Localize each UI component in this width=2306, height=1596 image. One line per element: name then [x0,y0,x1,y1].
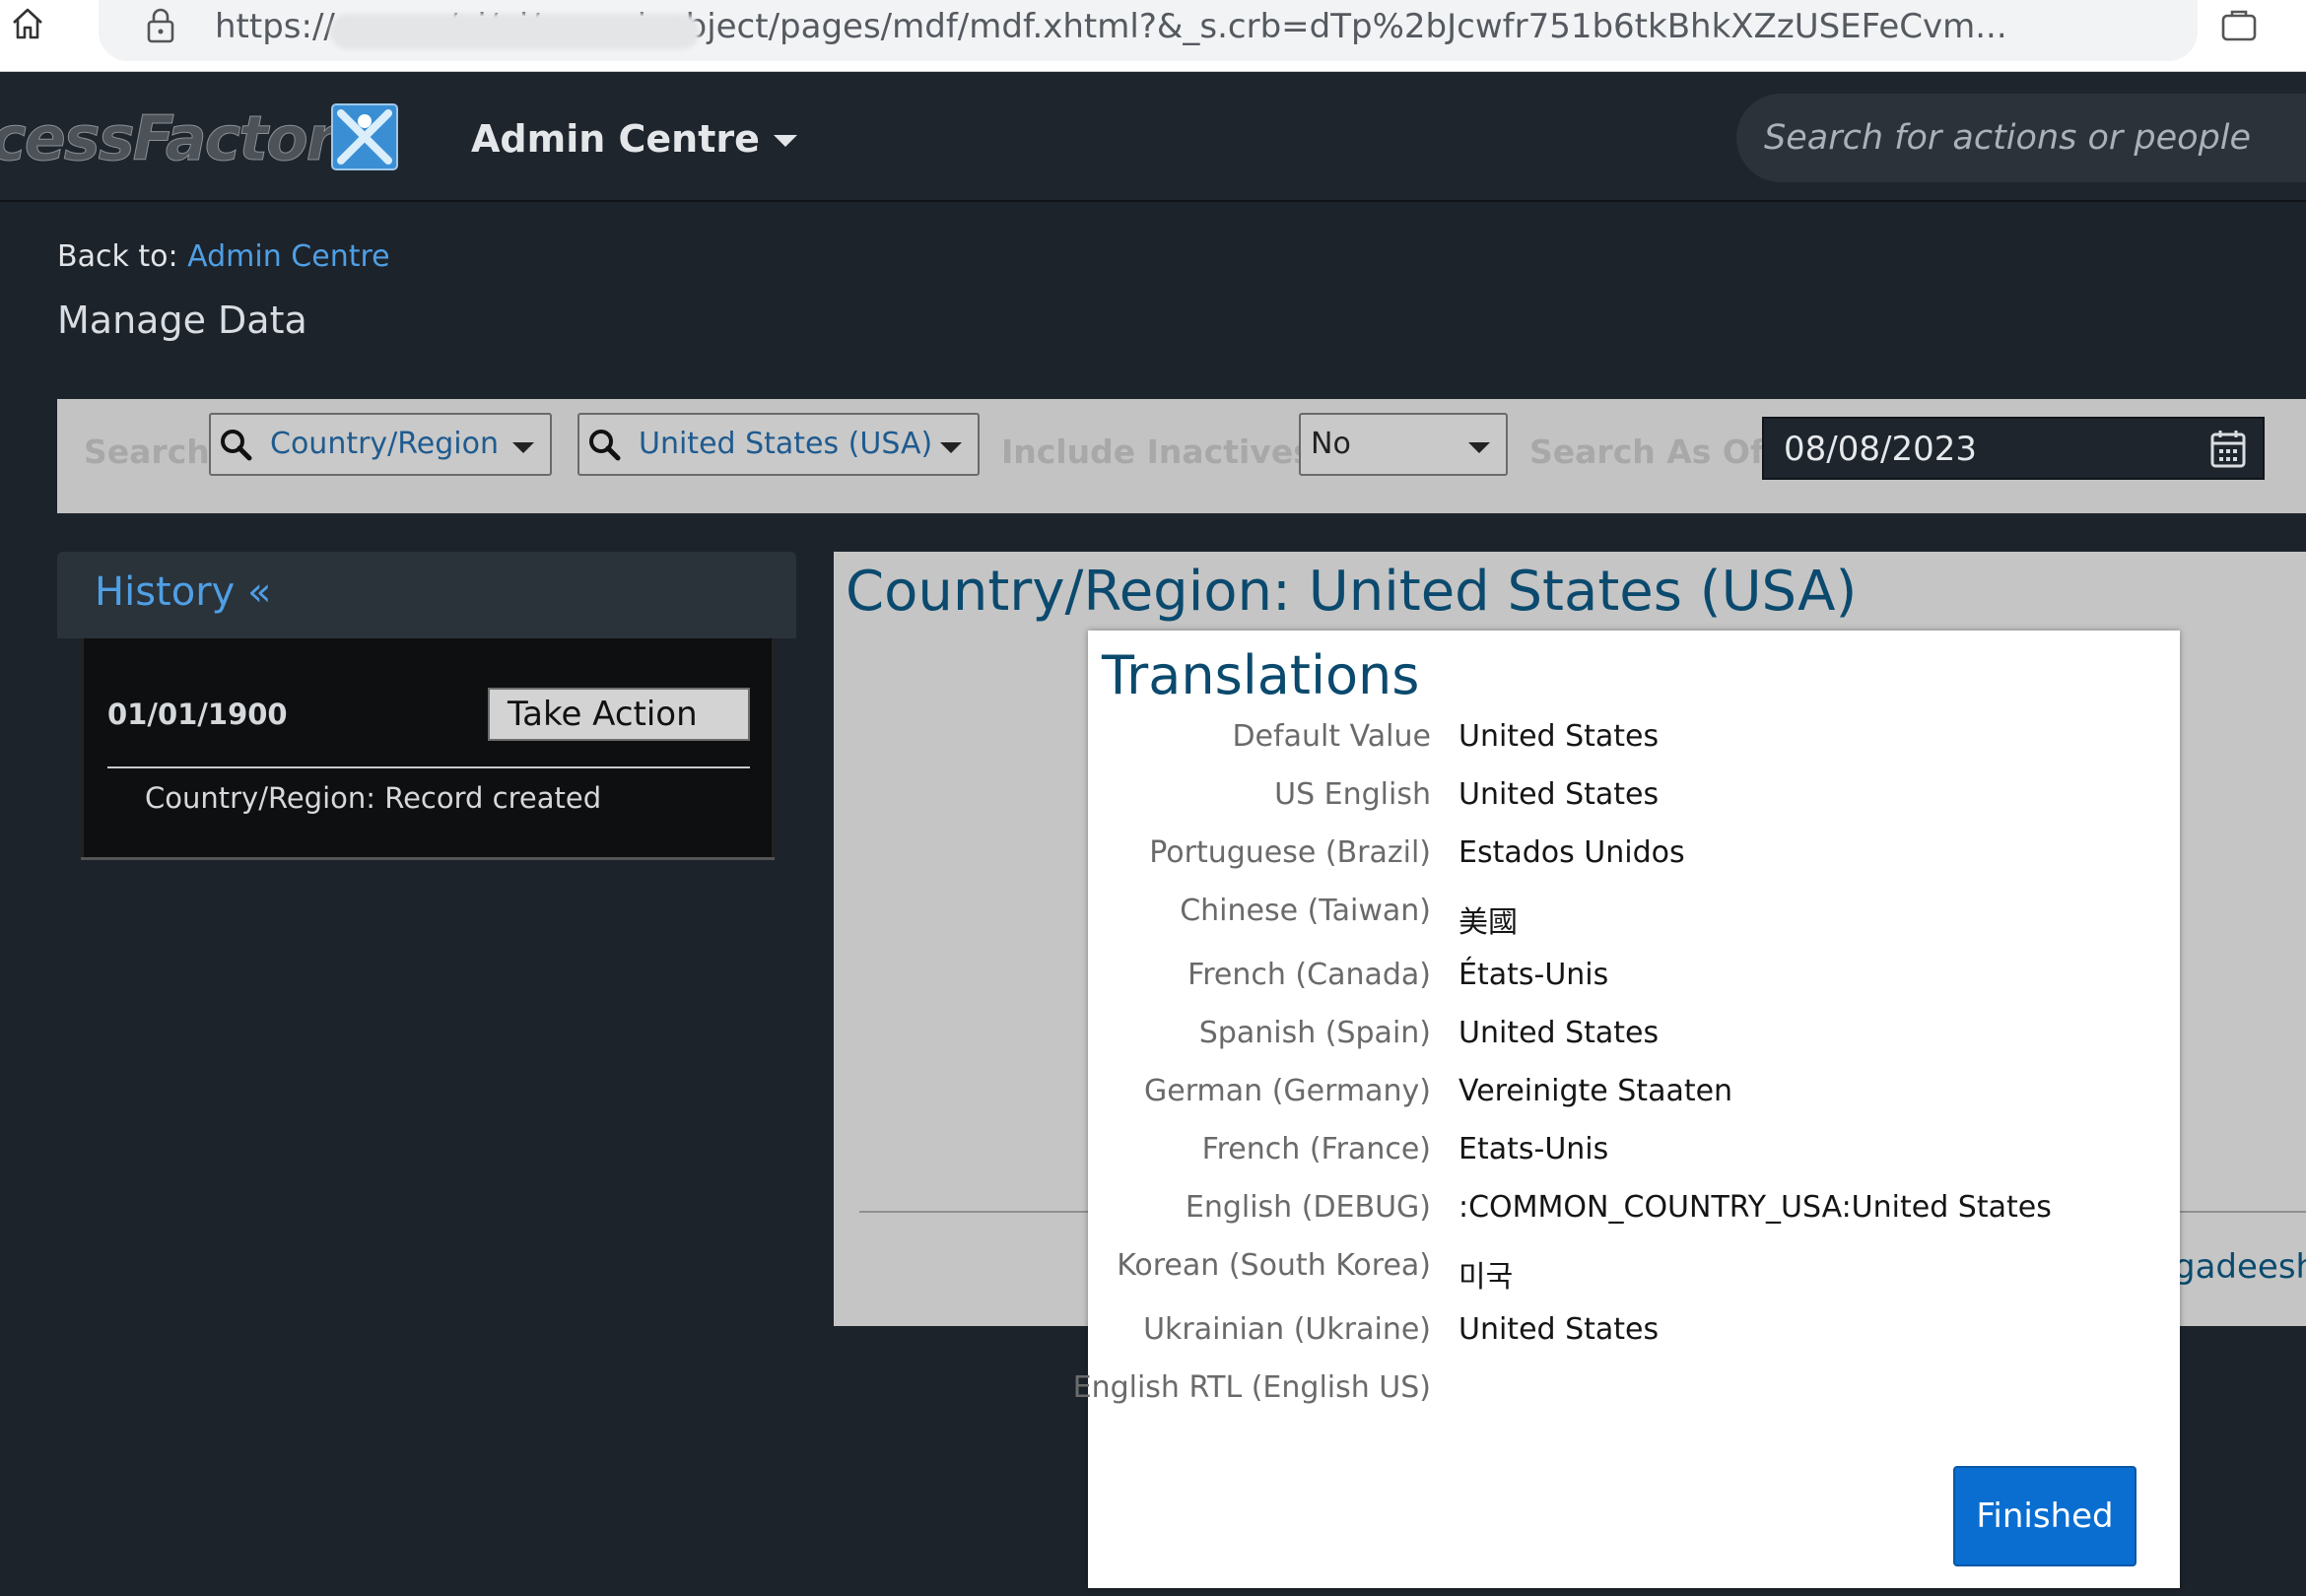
translation-value: États-Unis [1458,958,1609,992]
translation-row: French (Canada) États-Unis [1088,958,2180,1007]
translation-value: United States [1458,1312,1660,1347]
include-inactives-value: No [1311,427,1351,461]
search-label: Search [84,432,210,471]
record-title: Country/Region: United States (USA) [846,560,1858,624]
dialog-title: Translations [1102,644,1420,706]
search-icon [589,430,621,461]
translation-row: Portuguese (Brazil) Estados Unidos [1088,835,2180,885]
translation-language: Ukrainian (Ukraine) [1143,1312,1431,1347]
take-action-button[interactable]: Take Action [488,688,750,741]
back-link[interactable]: Admin Centre [187,239,389,274]
logo-mark-icon [331,103,398,170]
translation-language: Default Value [1232,719,1431,754]
translation-language: German (Germany) [1144,1074,1431,1108]
dropdown-arrow-icon [1468,442,1490,453]
translation-row: English RTL (English US) [1073,1370,2180,1420]
translation-row: Ukrainian (Ukraine) United States [1088,1312,2180,1362]
finished-button[interactable]: Finished [1953,1466,2136,1566]
translation-row: Chinese (Taiwan) 美國 [1088,894,2180,943]
translation-value: Vereinigte Staaten [1458,1074,1733,1108]
translation-value: Etats-Unis [1458,1132,1609,1166]
translation-value: United States [1458,1016,1660,1050]
translation-language: French (Canada) [1187,958,1431,992]
translation-value: United States [1458,777,1660,812]
translation-language: Portuguese (Brazil) [1149,835,1431,870]
breadcrumb-prefix: Back to: [57,239,188,274]
search-icon [221,430,252,461]
record-owner-link[interactable]: gadeesha [2174,1247,2306,1287]
dropdown-arrow-icon [940,442,962,453]
tabs-icon[interactable] [2219,8,2259,43]
translation-language: Spanish (Spain) [1198,1016,1431,1050]
history-date: 01/01/1900 [107,698,288,731]
translation-language: English (DEBUG) [1185,1190,1431,1225]
translation-value: 미국 [1458,1260,1514,1295]
translation-row: German (Germany) Vereinigte Staaten [1088,1074,2180,1123]
translation-value: :COMMON_COUNTRY_USA:United States [1458,1190,2052,1225]
dropdown-arrow-icon [512,442,534,453]
divider [107,766,750,768]
translation-row: Default Value United States [1088,719,2180,768]
translation-language: English RTL (English US) [1072,1370,1431,1405]
object-type-value: Country/Region [270,427,499,461]
object-type-select[interactable]: Country/Region [209,413,552,476]
history-panel-header: History « [57,552,796,638]
translation-language: US English [1274,777,1431,812]
translation-language: Korean (South Korea) [1117,1248,1431,1283]
global-search-input[interactable]: Search for actions or people [1736,94,2306,182]
object-value-select[interactable]: United States (USA) [577,413,980,476]
home-icon[interactable] [8,4,47,43]
translations-dialog: Translations Default Value United States… [1073,631,2180,1588]
history-toggle[interactable]: History « [95,569,272,615]
translation-row: Korean (South Korea) 미국 [1088,1248,2180,1297]
include-inactives-select[interactable]: No [1299,413,1508,476]
browser-address-bar: https://c .com/xi/ui/genericobject/pages… [0,0,2306,72]
calendar-icon[interactable] [2209,429,2247,470]
include-inactives-label: Include Inactives: [1001,432,1326,471]
translation-row: English (DEBUG) :COMMON_COUNTRY_USA:Unit… [1088,1190,2180,1239]
search-as-of-date-input[interactable]: 08/08/2023 [1762,417,2265,480]
translation-value: 美國 [1458,905,1518,940]
translation-language: French (France) [1201,1132,1431,1166]
url-redaction [330,14,700,49]
lock-icon[interactable] [143,6,178,45]
search-panel: Search Country/Region United States (USA… [57,399,2306,513]
translation-row: French (France) Etats-Unis [1088,1132,2180,1181]
object-value-text: United States (USA) [639,427,933,461]
translation-row: US English United States [1088,777,2180,827]
translation-value: Estados Unidos [1458,835,1685,870]
admin-centre-menu[interactable]: Admin Centre [471,111,797,166]
app-header: cessFactors Admin Centre Search for acti… [0,72,2306,202]
admin-centre-label: Admin Centre [471,117,760,161]
page-title: Manage Data [57,299,307,342]
breadcrumb: Back to: Admin Centre [57,239,390,274]
history-list: 01/01/1900 Take Action Country/Region: R… [81,638,775,857]
translation-language: Chinese (Taiwan) [1180,894,1431,928]
company-logo: cessFactors [0,102,372,175]
history-entry: Country/Region: Record created [145,781,602,815]
chevron-down-icon [773,135,797,147]
translation-value: United States [1458,719,1660,754]
search-as-of-label: Search As Of: [1529,432,1778,471]
translation-row: Spanish (Spain) United States [1088,1016,2180,1065]
search-as-of-value: 08/08/2023 [1784,430,1977,469]
